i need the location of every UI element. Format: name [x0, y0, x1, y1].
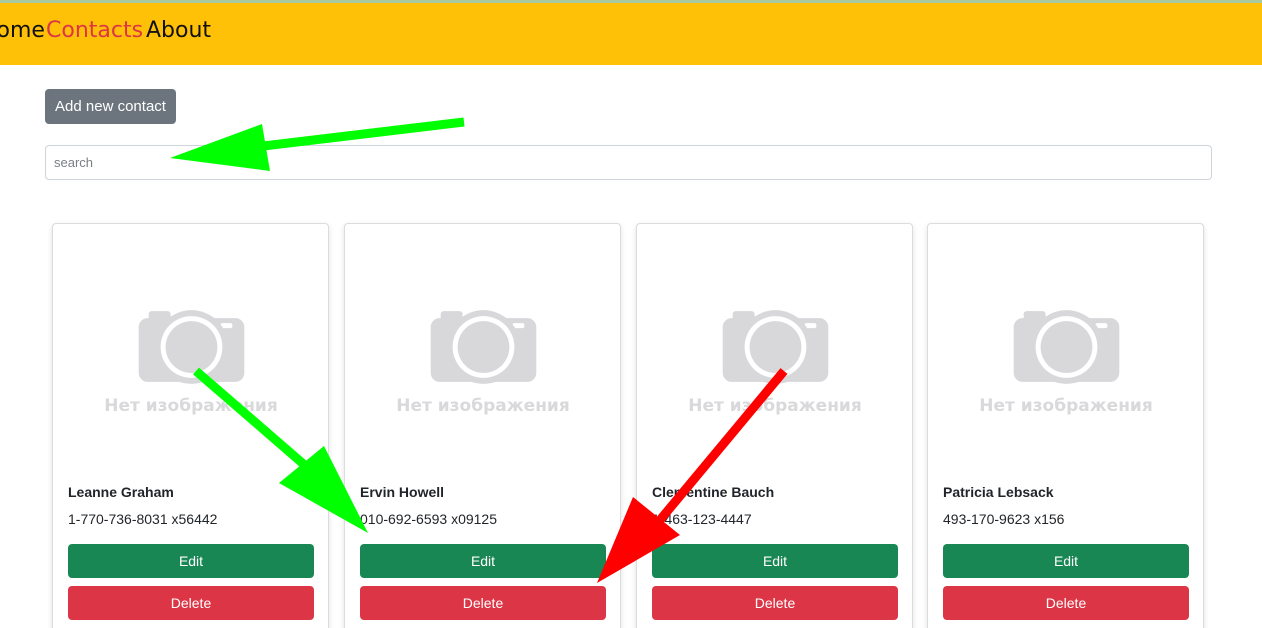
edit-button[interactable]: Edit: [943, 544, 1189, 578]
edit-button[interactable]: Edit: [68, 544, 314, 578]
contact-card: Нет изображения Ervin Howell 010-692-659…: [344, 223, 621, 628]
contact-name: Leanne Graham: [68, 484, 174, 500]
contact-phone: 1-770-736-8031 x56442: [68, 511, 218, 527]
contact-card: Нет изображения Clementine Bauch 1-463-1…: [636, 223, 913, 628]
search-input[interactable]: [45, 145, 1212, 180]
camera-placeholder-icon: [722, 310, 829, 384]
contact-phone: 010-692-6593 x09125: [360, 511, 498, 527]
contact-name: Ervin Howell: [360, 484, 445, 500]
edit-button[interactable]: Edit: [360, 544, 606, 578]
camera-placeholder-icon: [430, 310, 537, 384]
no-image-text: Нет изображения: [979, 396, 1153, 416]
contact-card: Нет изображения Leanne Graham 1-770-736-…: [52, 223, 329, 628]
contact-card: Нет изображения Patricia Lebsack 493-170…: [927, 223, 1204, 628]
delete-button[interactable]: Delete: [360, 586, 606, 620]
nav-contacts[interactable]: Contacts: [46, 17, 143, 45]
delete-button[interactable]: Delete: [652, 586, 898, 620]
delete-button[interactable]: Delete: [943, 586, 1189, 620]
edit-button[interactable]: Edit: [652, 544, 898, 578]
camera-placeholder-icon: [1013, 310, 1120, 384]
no-image-text: Нет изображения: [688, 396, 862, 416]
add-contact-button[interactable]: Add new contact: [45, 89, 176, 124]
contact-phone: 1-463-123-4447: [652, 511, 752, 527]
contact-name: Clementine Bauch: [652, 484, 775, 500]
delete-button[interactable]: Delete: [68, 586, 314, 620]
camera-placeholder-icon: [138, 310, 245, 384]
no-image-text: Нет изображения: [396, 396, 570, 416]
nav-about[interactable]: About: [146, 17, 211, 45]
contact-name: Patricia Lebsack: [943, 484, 1054, 500]
contact-phone: 493-170-9623 x156: [943, 511, 1065, 527]
no-image-text: Нет изображения: [104, 396, 278, 416]
top-navbar: Home Contacts About: [0, 3, 1262, 65]
nav-home[interactable]: Home: [0, 17, 45, 45]
